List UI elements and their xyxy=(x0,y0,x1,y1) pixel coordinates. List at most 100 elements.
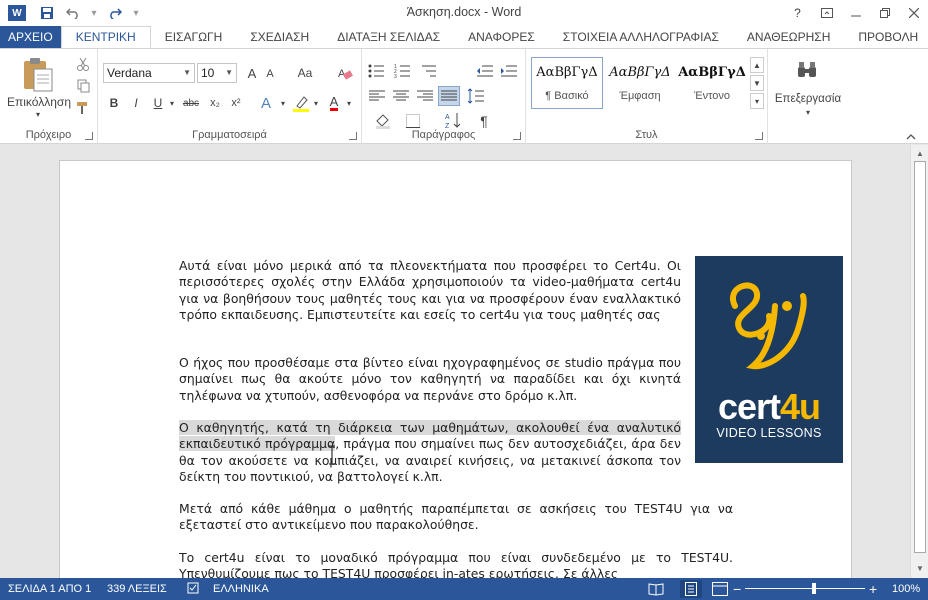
zoom-slider[interactable] xyxy=(745,588,865,589)
undo-dropdown-icon[interactable]: ▾ xyxy=(88,8,100,19)
word-icon[interactable]: W xyxy=(8,5,26,21)
page-count[interactable]: ΣΕΛΙΔΑ 1 ΑΠΟ 1 xyxy=(8,583,91,595)
paste-icon[interactable] xyxy=(20,57,56,93)
highlight-dropdown-icon[interactable]: ▾ xyxy=(311,95,321,111)
align-left-icon[interactable] xyxy=(366,87,388,105)
clipboard-launcher-icon[interactable] xyxy=(85,132,93,140)
scroll-up-icon[interactable]: ▲ xyxy=(913,146,927,160)
increase-indent-icon[interactable] xyxy=(498,61,520,81)
line-spacing-icon[interactable] xyxy=(466,86,486,106)
tab-view[interactable]: ΠΡΟΒΟΛΗ xyxy=(844,26,928,48)
language[interactable]: ΕΛΛΗΝΙΚΑ xyxy=(213,583,269,595)
copy-icon[interactable] xyxy=(74,78,92,94)
ribbon-display-options-icon[interactable] xyxy=(812,0,841,26)
scroll-down-icon[interactable]: ▼ xyxy=(913,561,927,575)
decrease-indent-icon[interactable] xyxy=(474,61,496,81)
tab-design[interactable]: ΣΧΕΔΙΑΣΗ xyxy=(236,26,323,48)
proofing-icon[interactable] xyxy=(187,582,201,597)
multilevel-list-icon[interactable] xyxy=(418,61,442,81)
web-layout-icon[interactable] xyxy=(712,582,728,599)
underline-dropdown-icon[interactable]: ▾ xyxy=(167,95,177,111)
tab-file[interactable]: ΑΡΧΕΙΟ xyxy=(0,26,61,48)
zoom-out-button[interactable]: − xyxy=(733,581,741,597)
paragraph-3[interactable]: Ο καθηγητής, κατά τη διάρκεια των μαθημά… xyxy=(179,420,681,486)
change-case-icon[interactable]: Aa xyxy=(293,64,317,82)
paragraph-2[interactable]: Ο ήχος που προσθέσαμε στα βίντεο είναι η… xyxy=(179,355,681,404)
cut-icon[interactable] xyxy=(74,56,92,72)
bullets-icon[interactable] xyxy=(366,61,390,81)
print-layout-icon[interactable] xyxy=(680,580,702,598)
style-emphasis[interactable]: ΑαΒβΓγΔ Έμφαση xyxy=(604,57,676,109)
paragraph-4-text: Μετά από κάθε μάθημα ο μαθητής παραπέμπε… xyxy=(179,501,733,533)
italic-button[interactable]: I xyxy=(128,94,144,112)
document-page[interactable]: Αυτά είναι μόνο μερικά από τα πλεονεκτήμ… xyxy=(59,160,852,578)
font-name-dropdown-icon[interactable]: ▼ xyxy=(183,68,191,77)
format-painter-icon[interactable] xyxy=(74,100,92,116)
bold-button[interactable]: B xyxy=(106,94,122,112)
align-right-icon[interactable] xyxy=(414,87,436,105)
borders-icon[interactable] xyxy=(402,111,424,131)
redo-icon[interactable] xyxy=(104,3,126,23)
brand-main: cert xyxy=(717,386,781,427)
text-effects-icon[interactable]: A xyxy=(256,93,276,113)
clear-formatting-icon[interactable]: A xyxy=(336,64,354,82)
subscript-button[interactable]: x₂ xyxy=(206,94,224,112)
collapse-ribbon-icon[interactable] xyxy=(903,131,919,143)
shading-icon[interactable] xyxy=(372,111,394,131)
font-color-dropdown-icon[interactable]: ▾ xyxy=(344,95,354,111)
style-normal[interactable]: ΑαΒβΓγΔ ¶ Βασικό xyxy=(531,57,603,109)
minimize-icon[interactable] xyxy=(841,0,870,26)
paragraph-launcher-icon[interactable] xyxy=(513,132,521,140)
font-size-combo[interactable]: 10 ▼ xyxy=(197,63,237,83)
zoom-in-button[interactable]: + xyxy=(869,581,877,597)
paragraph-5[interactable]: Το cert4u είναι το μοναδικό πρόγραμμα πο… xyxy=(179,550,733,578)
show-formatting-icon[interactable]: ¶ xyxy=(474,111,494,131)
help-icon[interactable]: ? xyxy=(783,0,812,26)
tab-references[interactable]: ΑΝΑΦΟΡΕΣ xyxy=(454,26,549,48)
align-center-icon[interactable] xyxy=(390,87,412,105)
paragraph-4[interactable]: Μετά από κάθε μάθημα ο μαθητής παραπέμπε… xyxy=(179,501,733,534)
vertical-scrollbar[interactable]: ▲ ▼ xyxy=(910,145,928,578)
font-color-icon[interactable]: A xyxy=(324,93,344,113)
highlight-icon[interactable] xyxy=(291,93,311,113)
numbering-icon[interactable]: 123 xyxy=(392,61,416,81)
tab-home[interactable]: ΚΕΝΤΡΙΚΗ xyxy=(60,26,151,48)
underline-button[interactable]: U xyxy=(150,94,166,112)
tab-review[interactable]: ΑΝΑΘΕΩΡΗΣΗ xyxy=(733,26,844,48)
styles-scroll-up-icon[interactable]: ▲ xyxy=(750,57,764,73)
customize-qat-icon[interactable]: ▾ xyxy=(130,8,142,19)
scroll-thumb[interactable] xyxy=(914,161,926,553)
zoom-slider-thumb[interactable] xyxy=(812,583,816,594)
editing-dropdown-icon[interactable]: ▾ xyxy=(802,107,814,117)
tab-mailings[interactable]: ΣΤΟΙΧΕΙΑ ΑΛΛΗΛΟΓΡΑΦΙΑΣ xyxy=(549,26,733,48)
justify-icon[interactable] xyxy=(438,86,460,106)
shrink-font-icon[interactable]: A xyxy=(262,66,278,82)
style-strong[interactable]: ΑαΒβΓγΔ Έντονο xyxy=(676,57,748,109)
undo-icon[interactable] xyxy=(62,3,84,23)
word-count[interactable]: 339 ΛΕΞΕΙΣ xyxy=(107,583,167,595)
editing-button[interactable]: Επεξεργασία xyxy=(768,91,848,107)
superscript-button[interactable]: x² xyxy=(227,94,245,112)
restore-icon[interactable] xyxy=(870,0,899,26)
text-effects-dropdown-icon[interactable]: ▾ xyxy=(278,95,288,111)
cert4u-logo[interactable]: cert4u VIDEO LESSONS xyxy=(695,256,843,463)
styles-scroll-down-icon[interactable]: ▼ xyxy=(750,75,764,91)
read-mode-icon[interactable] xyxy=(648,582,664,599)
styles-launcher-icon[interactable] xyxy=(755,132,763,140)
sort-icon[interactable]: AZ xyxy=(444,109,464,131)
paragraph-1[interactable]: Αυτά είναι μόνο μερικά από τα πλεονεκτήμ… xyxy=(179,258,681,324)
binoculars-icon[interactable] xyxy=(792,57,822,83)
paste-dropdown-icon[interactable]: ▾ xyxy=(32,109,44,119)
tab-insert[interactable]: ΕΙΣΑΓΩΓΗ xyxy=(151,26,237,48)
save-icon[interactable] xyxy=(36,3,58,23)
font-size-dropdown-icon[interactable]: ▼ xyxy=(225,68,233,77)
tab-page-layout[interactable]: ΔΙΑΤΑΞΗ ΣΕΛΙΔΑΣ xyxy=(323,26,454,48)
strikethrough-button[interactable]: abc xyxy=(180,94,202,112)
zoom-level[interactable]: 100% xyxy=(892,583,920,595)
font-launcher-icon[interactable] xyxy=(349,132,357,140)
font-name-combo[interactable]: Verdana ▼ xyxy=(103,63,195,83)
close-icon[interactable] xyxy=(899,0,928,26)
grow-font-icon[interactable]: A xyxy=(243,64,261,82)
styles-more-icon[interactable]: ▾ xyxy=(750,93,764,109)
paste-button[interactable]: Επικόλληση xyxy=(4,94,74,110)
